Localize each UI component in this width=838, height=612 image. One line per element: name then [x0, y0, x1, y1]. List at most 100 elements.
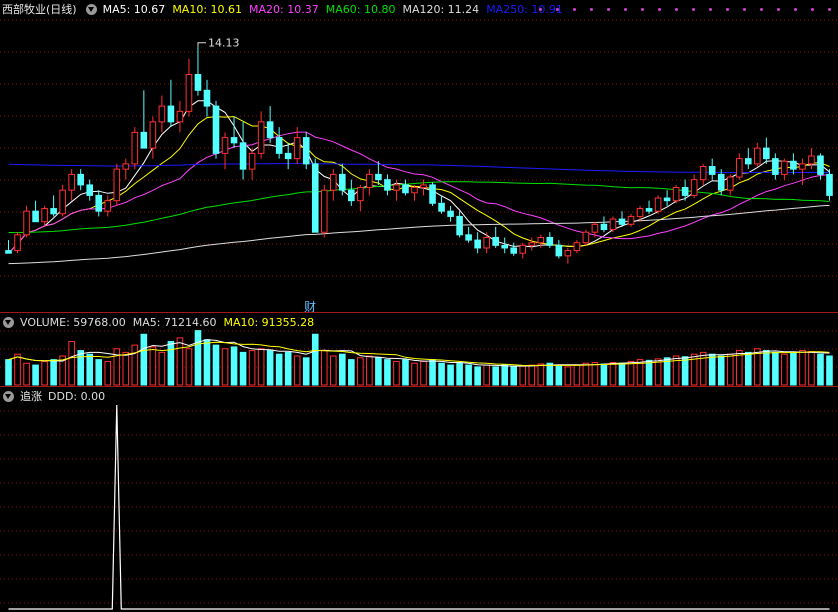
candle-body [411, 187, 418, 194]
candle-body [212, 105, 220, 154]
candle-body [167, 105, 175, 123]
candle-body [5, 250, 12, 254]
candle-body [781, 160, 788, 175]
candle-body [573, 242, 581, 252]
candle-body [708, 166, 716, 175]
candle-body [257, 121, 265, 154]
candle-body [582, 231, 590, 244]
candle-body [438, 202, 445, 212]
candle-body [546, 236, 554, 246]
candle-body [528, 242, 536, 246]
candle-body [302, 137, 310, 165]
candle-body [699, 166, 707, 181]
high-marker-pointer [197, 42, 206, 47]
candle-body [384, 179, 391, 191]
candle-body [329, 173, 337, 191]
candle-body [817, 155, 824, 175]
candle-body [591, 223, 599, 233]
volume-panel: VOLUME: 59768.00 MA5: 71214.60 MA10: 91355… [0, 313, 838, 385]
candle-body [176, 110, 184, 123]
candle-body [41, 208, 48, 223]
candle-body [185, 74, 193, 112]
candle-body [519, 244, 527, 254]
candle-body [348, 189, 355, 202]
candle-body [266, 121, 274, 139]
candle-body [77, 173, 84, 186]
candle-body [293, 137, 301, 160]
volume-label-0: VOLUME: 59768.00 [20, 315, 126, 329]
candle-body [275, 137, 283, 154]
collapse-arrow-icon[interactable] [3, 390, 14, 402]
volume-label-1: MA5: 71214.60 [132, 315, 217, 329]
candle-body [726, 176, 734, 191]
candle-body [654, 197, 662, 212]
indicator-header: 追涨 DDD: 0.00 [0, 387, 112, 405]
indicator-panel: 追涨 DDD: 0.00 [0, 387, 838, 612]
candle-body [311, 163, 319, 233]
candle-body [636, 208, 644, 217]
candle-body [501, 244, 509, 249]
candle-body [609, 218, 617, 231]
candle-body [717, 173, 725, 191]
candle-body [429, 184, 436, 204]
candle-body [140, 131, 148, 149]
candle-body [158, 105, 166, 123]
candle-body [456, 215, 463, 236]
candle-body [203, 89, 211, 107]
candle-body [59, 189, 66, 215]
candle-body [808, 155, 815, 165]
candle-body [799, 163, 806, 170]
candle-body [284, 152, 292, 160]
candle-body [320, 189, 328, 233]
volume-label-2: MA10: 91355.28 [223, 315, 315, 329]
candle-body [393, 184, 400, 191]
candle-body [681, 187, 689, 196]
volume-legend: VOLUME: 59768.00 MA5: 71214.60 MA10: 91355… [20, 316, 321, 329]
candle-body [14, 234, 21, 252]
candle-body [149, 121, 157, 149]
candle-body [68, 173, 75, 191]
candle-body [600, 223, 608, 231]
candle-body [221, 137, 229, 154]
candle-body [627, 215, 635, 225]
candle-body [483, 236, 490, 249]
candle-body [402, 184, 409, 194]
candle-body [194, 74, 202, 91]
indicator-legend: DDD: 0.00 [48, 390, 112, 403]
price-chart: 14.13 [0, 19, 838, 277]
candle-body [357, 187, 364, 202]
candle-body [645, 208, 653, 212]
candle-body [86, 184, 94, 196]
candle-body [772, 158, 779, 175]
candle-body [113, 168, 121, 202]
candle-body [618, 218, 626, 225]
candle-body [447, 210, 454, 217]
candle-body [555, 244, 563, 257]
volume-header: VOLUME: 59768.00 MA5: 71214.60 MA10: 91355… [0, 313, 321, 331]
high-price-label: 14.13 [208, 37, 240, 50]
candle-body [32, 210, 39, 223]
candle-body [366, 173, 373, 189]
indicator-name: 追涨 [20, 390, 42, 403]
candle-body [465, 234, 472, 241]
candle-body [23, 210, 30, 236]
candle-body [744, 158, 752, 165]
candle-body [375, 173, 382, 181]
candle-body [239, 142, 247, 170]
collapse-arrow-icon[interactable] [3, 316, 14, 328]
indicator-label-0: DDD: 0.00 [48, 389, 106, 403]
candle-body [104, 200, 112, 212]
candle-body [474, 239, 481, 249]
candle-body [537, 236, 545, 244]
candle-body [564, 250, 572, 257]
candle-body [754, 147, 761, 165]
candle-body [826, 173, 833, 196]
candle-body [663, 197, 671, 202]
candle-body [122, 163, 130, 170]
candle-body [131, 131, 139, 165]
candle-body [672, 187, 680, 202]
candle-body [790, 160, 797, 170]
candle-body [420, 184, 427, 189]
candle-body [95, 194, 103, 212]
candle-body [763, 147, 770, 160]
